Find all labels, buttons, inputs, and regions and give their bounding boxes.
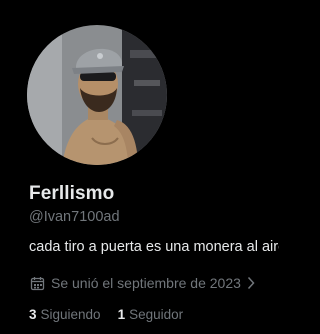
joined-text: Se unió el septiembre de 2023 <box>51 275 241 291</box>
joined-date: Se unió el septiembre de 2023 <box>30 274 255 292</box>
profile-bio: cada tiro a puerta es una monera al aire <box>29 239 279 255</box>
following-label: Siguiendo <box>40 307 101 322</box>
followers-count: 1 <box>117 307 126 322</box>
display-name: Ferllismo <box>29 183 115 204</box>
following-link[interactable]: 3 Siguiendo <box>29 307 101 322</box>
profile-handle: @Ivan7100ad <box>29 209 120 225</box>
follow-stats: 3 Siguiendo 1 Seguidor <box>29 307 183 322</box>
avatar[interactable] <box>22 20 172 170</box>
chevron-right-icon[interactable] <box>247 276 255 290</box>
calendar-icon <box>30 276 45 291</box>
following-count: 3 <box>29 307 37 322</box>
avatar-photo <box>22 20 172 170</box>
followers-label: Seguidor <box>129 307 184 322</box>
followers-link[interactable]: 1 Seguidor <box>118 307 184 322</box>
profile-page: Ferllismo @Ivan7100ad cada tiro a puerta… <box>0 0 279 334</box>
